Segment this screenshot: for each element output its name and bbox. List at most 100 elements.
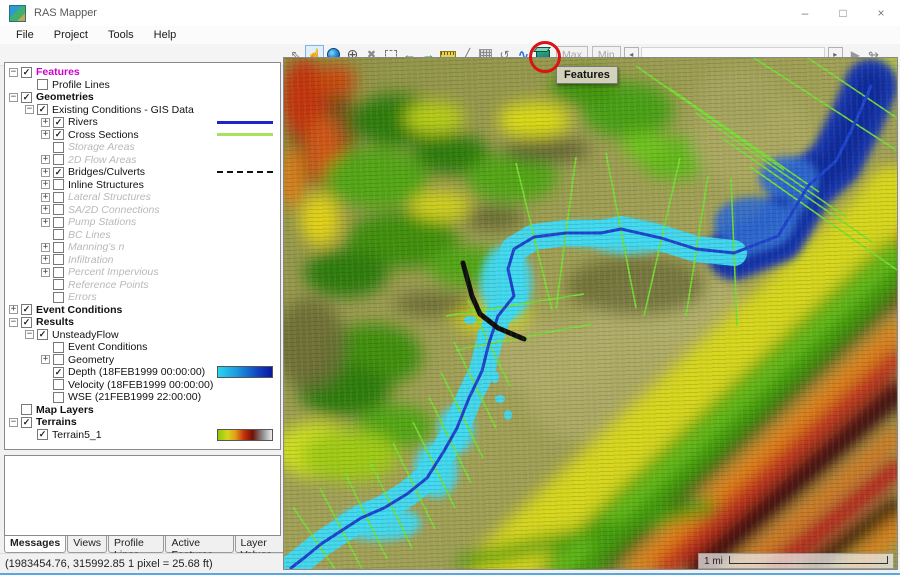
tree-row[interactable]: BC Lines	[5, 229, 280, 242]
tab-views[interactable]: Views	[67, 536, 107, 553]
tree-expander[interactable]: +	[41, 268, 50, 277]
menu-file[interactable]: File	[6, 28, 44, 42]
tree-checkbox[interactable]	[53, 254, 64, 265]
tree-row[interactable]: −✓Terrains	[5, 416, 280, 429]
tree-row[interactable]: ✓ Depth (18FEB1999 00:00:00)	[5, 366, 280, 379]
tree-expander[interactable]: +	[41, 218, 50, 227]
tree-row[interactable]: Errors	[5, 291, 280, 304]
bottom-tab-strip: MessagesViewsProfile LinesActive Feature…	[4, 536, 294, 553]
tree-expander[interactable]: +	[41, 180, 50, 189]
tree-row[interactable]: +Geometry	[5, 354, 280, 367]
menu-tools[interactable]: Tools	[98, 28, 144, 42]
tree-row[interactable]: +SA/2D Connections	[5, 204, 280, 217]
tree-row[interactable]: +✓Event Conditions	[5, 304, 280, 317]
tree-row[interactable]: +✓Cross Sections	[5, 129, 280, 142]
tree-checkbox[interactable]	[53, 267, 64, 278]
tree-checkbox[interactable]	[53, 392, 64, 403]
tree-row[interactable]: −✓Existing Conditions - GIS Data	[5, 104, 280, 117]
tree-row[interactable]: Event Conditions	[5, 341, 280, 354]
tree-row[interactable]: ✓Terrain5_1	[5, 429, 280, 442]
tree-checkbox[interactable]	[53, 229, 64, 240]
ras-mapper-window: RAS Mapper – □ × FileProjectToolsHelp ⇖☝…	[0, 0, 900, 575]
tree-expander[interactable]: −	[9, 93, 18, 102]
tree-row[interactable]: +✓ Bridges/Culverts	[5, 166, 280, 179]
tree-checkbox[interactable]	[53, 379, 64, 390]
tree-expander	[41, 293, 50, 302]
tab-messages[interactable]: Messages	[4, 536, 66, 553]
tree-row[interactable]: −✓Results	[5, 316, 280, 329]
tree-checkbox[interactable]: ✓	[21, 317, 32, 328]
tree-checkbox[interactable]: ✓	[53, 129, 64, 140]
tree-checkbox[interactable]: ✓	[37, 429, 48, 440]
tree-checkbox[interactable]	[21, 404, 32, 415]
menu-help[interactable]: Help	[144, 28, 187, 42]
tree-checkbox[interactable]	[53, 217, 64, 228]
tree-checkbox[interactable]: ✓	[53, 117, 64, 128]
messages-panel[interactable]	[4, 455, 281, 536]
tree-checkbox[interactable]	[53, 354, 64, 365]
tree-expander[interactable]: +	[41, 118, 50, 127]
tree-expander[interactable]: −	[9, 68, 18, 77]
tree-row[interactable]: Storage Areas	[5, 141, 280, 154]
tree-item-label: Bridges/Culverts	[68, 166, 145, 178]
minimize-icon[interactable]: –	[786, 1, 824, 25]
tree-checkbox[interactable]: ✓	[37, 104, 48, 115]
tree-expander	[41, 143, 50, 152]
tree-row[interactable]: +Percent Impervious	[5, 266, 280, 279]
tree-checkbox[interactable]: ✓	[53, 167, 64, 178]
tree-expander[interactable]: −	[25, 105, 34, 114]
close-icon[interactable]: ×	[862, 1, 900, 25]
tree-expander[interactable]: −	[9, 418, 18, 427]
tree-checkbox[interactable]	[53, 292, 64, 303]
tree-expander[interactable]: +	[41, 168, 50, 177]
tree-row[interactable]: +✓Rivers	[5, 116, 280, 129]
tree-checkbox[interactable]: ✓	[53, 367, 64, 378]
tree-expander[interactable]: −	[9, 318, 18, 327]
tree-row[interactable]: +Lateral Structures	[5, 191, 280, 204]
tree-checkbox[interactable]	[53, 242, 64, 253]
tree-checkbox[interactable]	[37, 79, 48, 90]
map-canvas[interactable]: 1 mi	[283, 57, 898, 570]
maximize-icon[interactable]: □	[824, 1, 862, 25]
tree-row[interactable]: +Infiltration	[5, 254, 280, 267]
tree-expander[interactable]: +	[41, 155, 50, 164]
tree-expander[interactable]: +	[41, 243, 50, 252]
tree-row[interactable]: Reference Points	[5, 279, 280, 292]
tree-row[interactable]: +Inline Structures	[5, 179, 280, 192]
tree-expander[interactable]: +	[41, 205, 50, 214]
tree-checkbox[interactable]	[53, 154, 64, 165]
tree-checkbox[interactable]: ✓	[21, 67, 32, 78]
tree-row[interactable]: Profile Lines	[5, 79, 280, 92]
tree-row[interactable]: Map Layers	[5, 404, 280, 417]
tree-expander[interactable]: +	[41, 193, 50, 202]
tab-active-features[interactable]: Active Features	[165, 536, 233, 553]
tree-checkbox[interactable]	[53, 179, 64, 190]
tree-expander[interactable]: +	[41, 255, 50, 264]
tree-expander[interactable]: +	[9, 305, 18, 314]
tree-row[interactable]: −✓UnsteadyFlow	[5, 329, 280, 342]
tab-profile-lines[interactable]: Profile Lines	[108, 536, 164, 553]
tree-expander[interactable]: −	[25, 330, 34, 339]
tree-item-label: Depth (18FEB1999 00:00:00)	[68, 366, 205, 378]
tree-checkbox[interactable]	[53, 142, 64, 153]
tree-expander[interactable]: +	[41, 130, 50, 139]
tree-row[interactable]: Velocity (18FEB1999 00:00:00)	[5, 379, 280, 392]
menu-project[interactable]: Project	[44, 28, 98, 42]
app-icon	[9, 5, 26, 22]
tree-checkbox[interactable]	[53, 342, 64, 353]
tree-expander[interactable]: +	[41, 355, 50, 364]
tree-checkbox[interactable]: ✓	[21, 417, 32, 428]
tree-row[interactable]: +2D Flow Areas	[5, 154, 280, 167]
tree-row[interactable]: +Pump Stations	[5, 216, 280, 229]
tree-row[interactable]: −✓Geometries	[5, 91, 280, 104]
tree-row[interactable]: −✓Features	[5, 66, 280, 79]
tree-expander	[9, 405, 18, 414]
tree-row[interactable]: +Manning's n	[5, 241, 280, 254]
tree-checkbox[interactable]	[53, 204, 64, 215]
tree-row[interactable]: WSE (21FEB1999 22:00:00)	[5, 391, 280, 404]
tree-checkbox[interactable]	[53, 279, 64, 290]
tree-checkbox[interactable]: ✓	[21, 304, 32, 315]
tree-checkbox[interactable]	[53, 192, 64, 203]
tree-checkbox[interactable]: ✓	[21, 92, 32, 103]
tree-checkbox[interactable]: ✓	[37, 329, 48, 340]
